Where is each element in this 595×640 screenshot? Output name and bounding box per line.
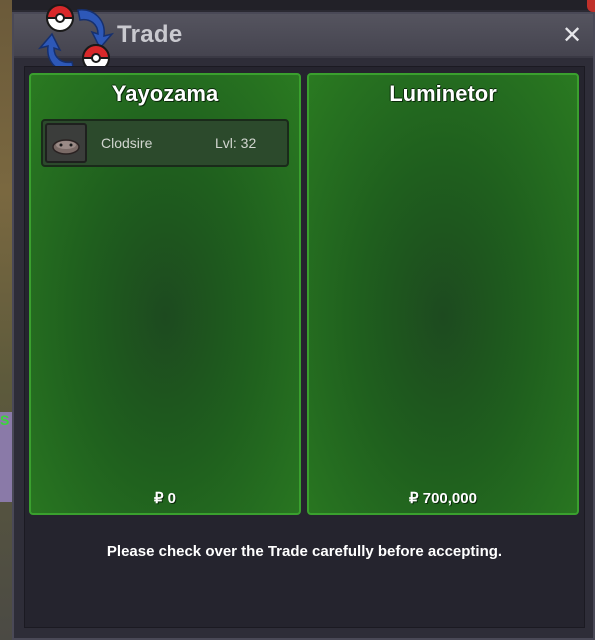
left-player-name: Yayozama <box>111 81 219 106</box>
left-trade-panel: Yayozama Clodsire Lvl: 32 ₽ 0 <box>29 73 301 515</box>
right-player-name: Luminetor <box>389 81 497 106</box>
trade-content: Yayozama Clodsire Lvl: 32 ₽ 0 Luminetor … <box>24 66 585 628</box>
right-money: ₽ 700,000 <box>409 490 477 507</box>
window-title: Trade <box>117 21 183 48</box>
right-trade-panel: Luminetor ₽ 700,000 <box>307 73 579 515</box>
trade-window: Trade ✕ Yayozama Clodsire Lvl: 32 ₽ 0 Lu… <box>12 4 595 640</box>
game-world-corner <box>587 0 595 12</box>
close-icon[interactable]: ✕ <box>559 22 585 48</box>
world-side-letter: S <box>0 412 10 428</box>
item-level: Lvl: 32 <box>215 135 257 151</box>
item-icon-box <box>45 123 87 163</box>
trade-item-slot[interactable]: Clodsire Lvl: 32 <box>41 119 289 167</box>
clodsire-sprite-icon <box>52 139 80 155</box>
trade-notice: Please check over the Trade carefully be… <box>106 543 503 560</box>
item-name: Clodsire <box>101 135 153 151</box>
left-money: ₽ 0 <box>153 490 177 507</box>
game-world-left-strip <box>0 0 12 640</box>
